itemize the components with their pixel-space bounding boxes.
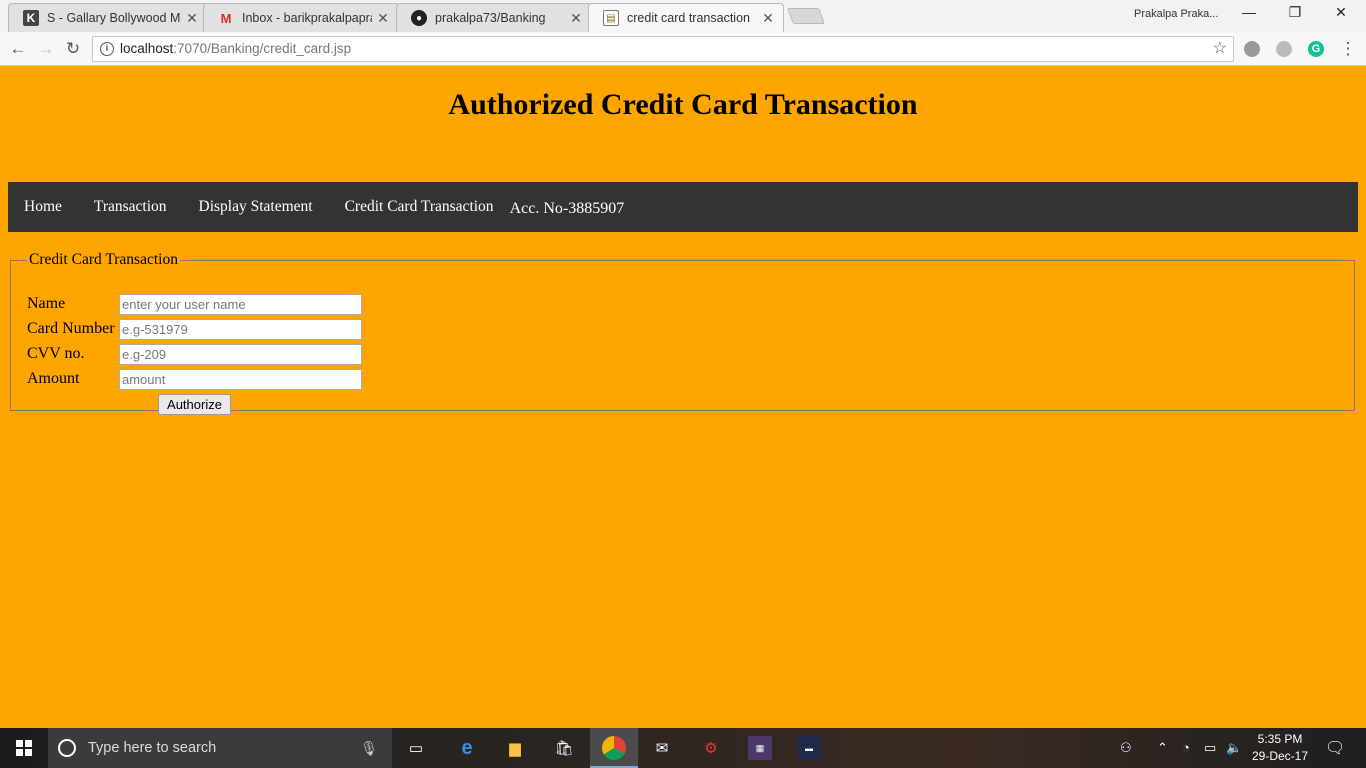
mysql-icon[interactable]: ▬ — [797, 736, 821, 760]
card-number-label: Card Number — [27, 320, 115, 337]
info-icon[interactable]: i — [100, 42, 114, 56]
taskbar-search-placeholder: Type here to search — [88, 740, 217, 756]
k-icon: K — [23, 10, 39, 26]
tab-title: Inbox - barikprakalpaprat — [242, 11, 372, 25]
gmail-icon: M — [220, 10, 232, 26]
taskbar-search[interactable]: Type here to search 🎙 — [48, 728, 392, 768]
name-row: Name — [27, 293, 362, 315]
chrome-taskbar-item[interactable] — [590, 728, 638, 768]
close-window-icon[interactable]: ✕ — [1326, 4, 1356, 24]
nav-transaction[interactable]: Transaction — [78, 198, 183, 216]
clock-date: 29-Dec-17 — [1251, 749, 1309, 763]
page-title: Authorized Credit Card Transaction — [448, 88, 918, 121]
store-icon[interactable]: 🛍 — [552, 736, 576, 760]
main-navbar: Home Transaction Display Statement Credi… — [8, 182, 1358, 232]
grammarly-icon[interactable]: G — [1308, 41, 1324, 57]
restore-icon[interactable]: ❐ — [1280, 4, 1310, 24]
windows-logo-icon — [16, 740, 32, 756]
close-tab-icon[interactable]: ✕ — [376, 10, 390, 27]
new-tab-button[interactable] — [787, 8, 825, 24]
profile-name[interactable]: Prakalpa Praka... — [1134, 8, 1218, 20]
back-icon[interactable]: ← — [8, 39, 28, 59]
chrome-icon — [602, 736, 626, 760]
nav-credit-card-transaction[interactable]: Credit Card Transaction — [329, 198, 510, 216]
amount-row: Amount — [27, 368, 362, 390]
close-tab-icon[interactable]: ✕ — [569, 10, 583, 27]
cvv-row: CVV no. — [27, 343, 362, 365]
reload-icon[interactable]: ↻ — [63, 39, 83, 59]
mail-icon[interactable]: ✉ — [650, 736, 674, 760]
wifi-icon[interactable]: ◔ — [1182, 740, 1190, 755]
forward-icon[interactable]: → — [36, 39, 56, 59]
ide-icon[interactable]: ▦ — [748, 736, 772, 760]
account-number: Acc. No-3885907 — [509, 200, 625, 217]
clock-time: 5:35 PM — [1257, 732, 1303, 746]
show-hidden-icons[interactable]: ⌃ — [1157, 740, 1168, 756]
menu-icon[interactable]: ⋮ — [1338, 39, 1358, 59]
amount-label: Amount — [27, 370, 80, 387]
bookmark-star-icon[interactable]: ☆ — [1213, 37, 1227, 61]
file-explorer-icon[interactable]: ▆ — [503, 736, 527, 760]
tab-title: S - Gallary Bollywood Mc — [47, 11, 181, 25]
extension-icon[interactable] — [1244, 41, 1260, 57]
address-bar[interactable]: i localhost:7070/Banking/credit_card.jsp… — [92, 36, 1234, 62]
url-path: :7070/Banking/credit_card.jsp — [173, 41, 352, 56]
amount-input[interactable] — [119, 368, 362, 390]
github-icon: ● — [411, 10, 427, 26]
card-number-row: Card Number — [27, 318, 362, 340]
form-legend: Credit Card Transaction — [29, 251, 178, 268]
url-host: localhost — [120, 41, 174, 56]
close-tab-icon[interactable]: ✕ — [761, 10, 775, 27]
cvv-input[interactable] — [119, 343, 362, 365]
tab-title: prakalpa73/Banking — [435, 11, 546, 25]
browser-tab-bar: K S - Gallary Bollywood Mc ✕ M Inbox - b… — [0, 0, 1366, 32]
cvv-label: CVV no. — [27, 345, 85, 362]
action-center-icon[interactable]: 🗨 — [1325, 738, 1345, 758]
start-button[interactable] — [0, 728, 48, 768]
authorize-button[interactable]: Authorize — [158, 394, 231, 415]
minimize-icon[interactable]: — — [1234, 4, 1264, 24]
tab-title: credit card transaction — [627, 11, 750, 25]
windows-taskbar: Type here to search 🎙 ▭ e ▆ 🛍 ✉ ⚙ ▦ ▬ ⚇ … — [0, 728, 1366, 768]
edge-icon[interactable]: e — [455, 736, 479, 760]
nav-home[interactable]: Home — [8, 198, 78, 216]
battery-icon[interactable]: ▭ — [1204, 740, 1216, 756]
app-icon[interactable]: ⚙ — [699, 736, 723, 760]
people-icon[interactable]: ⚇ — [1120, 740, 1132, 756]
tab-gallary[interactable]: K S - Gallary Bollywood Mc ✕ — [8, 3, 208, 32]
nav-display-statement[interactable]: Display Statement — [183, 198, 329, 216]
task-view-icon[interactable]: ▭ — [404, 736, 428, 760]
card-number-input[interactable] — [119, 318, 362, 340]
globe-extension-icon[interactable] — [1276, 41, 1292, 57]
name-input[interactable] — [119, 293, 362, 315]
tab-credit-card[interactable]: ▤ credit card transaction ✕ — [588, 3, 784, 32]
tab-github[interactable]: ● prakalpa73/Banking ✕ — [396, 3, 592, 32]
cortana-icon — [58, 739, 76, 757]
name-label: Name — [27, 295, 66, 312]
tab-inbox[interactable]: M Inbox - barikprakalpaprat ✕ — [203, 3, 399, 32]
microphone-icon[interactable]: 🎙 — [360, 740, 378, 757]
credit-card-form: Credit Card Transaction Name Card Number… — [10, 251, 1355, 415]
close-tab-icon[interactable]: ✕ — [185, 10, 199, 27]
taskbar-clock[interactable]: 5:35 PM 29-Dec-17 — [1250, 731, 1310, 765]
page-icon: ▤ — [603, 10, 619, 26]
volume-icon[interactable]: 🔈 — [1226, 740, 1242, 756]
browser-toolbar: ← → ↻ i localhost:7070/Banking/credit_ca… — [0, 32, 1366, 66]
